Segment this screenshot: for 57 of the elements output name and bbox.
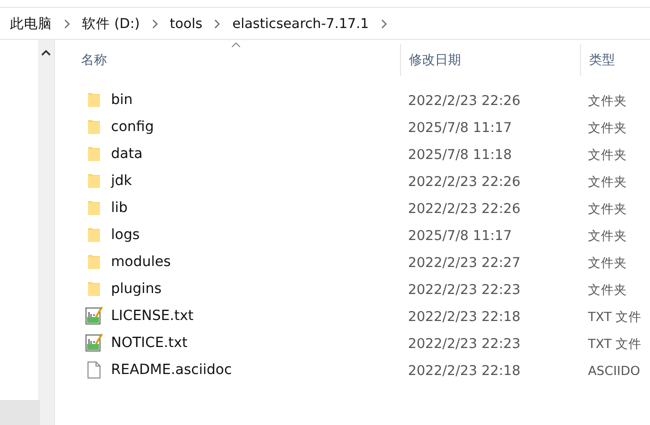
folder-icon	[85, 172, 103, 189]
file-name[interactable]: NOTICE.txt	[111, 334, 188, 350]
chevron-right-icon[interactable]	[152, 18, 158, 28]
folder-icon	[85, 280, 103, 297]
file-name[interactable]: plugins	[111, 280, 162, 296]
folder-icon	[85, 91, 103, 108]
modified-date: 2025/7/8 11:18	[408, 147, 512, 163]
file-type: TXT 文件	[588, 308, 642, 324]
chevron-right-icon[interactable]	[380, 18, 387, 28]
file-name[interactable]: data	[111, 146, 143, 162]
file-name[interactable]: README.asciidoc	[111, 362, 232, 378]
folder-icon	[85, 118, 103, 135]
chevron-right-icon[interactable]	[214, 18, 220, 28]
file-type: 文件夹	[588, 282, 627, 296]
file-name[interactable]: logs	[111, 226, 140, 242]
column-header[interactable]: 类型	[580, 44, 650, 76]
breadcrumb-item[interactable]: 软件 (D:)	[82, 14, 140, 32]
column-header[interactable]: 名称	[55, 44, 400, 76]
file-type: 文件夹	[588, 228, 627, 242]
modified-date: 2025/7/8 11:17	[408, 120, 512, 136]
folder-icon	[85, 199, 103, 216]
column-header[interactable]: 修改日期	[400, 44, 580, 76]
file-type: 文件夹	[588, 120, 627, 134]
chevron-right-icon[interactable]	[64, 18, 70, 28]
text-file-icon	[85, 306, 103, 325]
breadcrumb-item[interactable]: tools	[170, 16, 202, 32]
file-name[interactable]: jdk	[111, 172, 132, 188]
file-type: 文件夹	[588, 92, 627, 108]
scroll-up-icon[interactable]	[40, 50, 51, 56]
text-file-icon	[85, 333, 103, 352]
file-name[interactable]: LICENSE.txt	[111, 308, 194, 324]
file-type: ASCIIDO	[588, 363, 640, 378]
file-type: 文件夹	[588, 174, 627, 188]
modified-date: 2022/2/23 22:23	[408, 336, 520, 352]
modified-date: 2022/2/23 22:23	[408, 282, 520, 298]
folder-icon	[85, 145, 103, 162]
modified-date: 2025/7/8 11:17	[408, 228, 512, 244]
file-name[interactable]: modules	[111, 254, 171, 270]
modified-date: 2022/2/23 22:18	[408, 363, 520, 379]
modified-date: 2022/2/23 22:26	[408, 93, 520, 109]
modified-date: 2022/2/23 22:18	[408, 309, 520, 325]
modified-date: 2022/2/23 22:26	[408, 174, 520, 190]
file-name[interactable]: config	[111, 118, 154, 134]
breadcrumb-item[interactable]: elasticsearch-7.17.1	[232, 16, 369, 32]
modified-date: 2022/2/23 22:26	[408, 201, 520, 217]
breadcrumb-item[interactable]: 此电脑	[10, 14, 52, 32]
file-name[interactable]: lib	[111, 200, 128, 216]
file-name[interactable]: bin	[111, 92, 133, 108]
file-type: 文件夹	[588, 254, 627, 270]
modified-date: 2022/2/23 22:27	[408, 255, 520, 271]
sort-ascending-icon	[231, 42, 241, 48]
file-type: 文件夹	[588, 146, 627, 162]
folder-icon	[85, 226, 103, 243]
file-type: TXT 文件	[588, 336, 642, 350]
folder-icon	[85, 253, 103, 270]
file-type: 文件夹	[588, 200, 627, 216]
file-icon	[85, 360, 103, 378]
